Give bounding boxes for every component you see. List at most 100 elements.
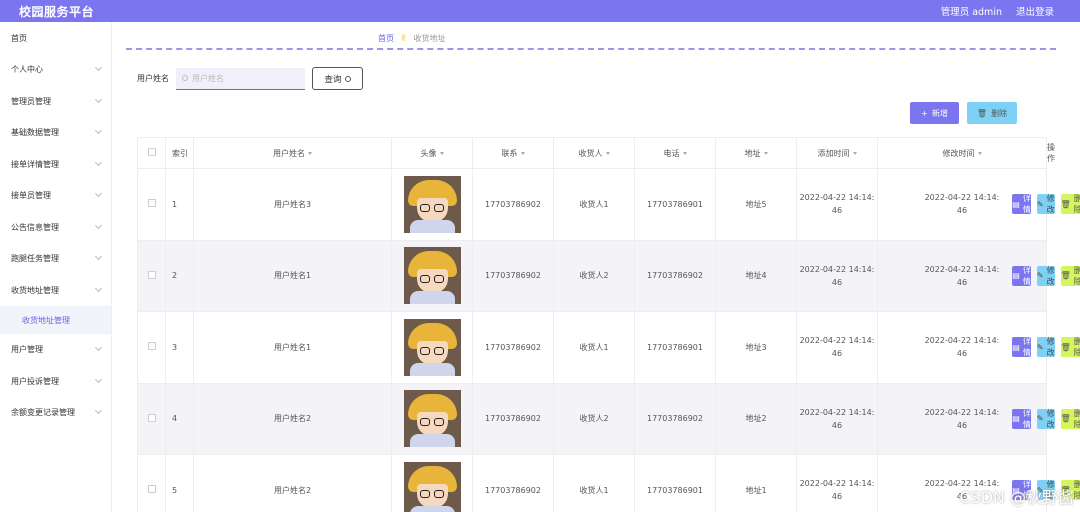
column-header-label: 收货人 [578,148,603,158]
sidebar-item-label: 收货地址管理 [22,315,70,325]
breadcrumb-home[interactable]: 首页 [378,33,394,44]
phone-cell: 17703786901 [634,454,716,512]
added-time-line1: 2022-04-22 14:14: [799,479,875,489]
receiver-cell: 收货人1 [553,454,635,512]
phone-cell: 17703786901 [634,168,716,241]
edit-button[interactable]: ✎ 修改 [1036,337,1055,358]
sidebar-item[interactable]: 管理员管理 [0,86,111,118]
row-checkbox[interactable] [147,413,156,422]
avatar-cell [391,454,473,512]
logout-link[interactable]: 退出登录 [1016,4,1054,18]
column-header[interactable]: 头像 [391,137,473,169]
trash-icon: 🗑 [1060,414,1071,424]
index-cell: 5 [165,454,194,512]
name-cell: 用户姓名1 [193,239,392,312]
added-time-line1: 2022-04-22 14:14: [799,407,875,417]
search-button[interactable]: 查询 [312,67,363,90]
sidebar-item[interactable]: 接单员管理 [0,180,111,212]
add-button[interactable]: + 新增 [910,102,959,124]
row-checkbox[interactable] [147,199,156,208]
phone-cell: 17703786901 [634,311,716,384]
detail-button[interactable]: ▤ 详情 [1012,265,1031,286]
trash-icon: 🗑 [1060,271,1071,281]
column-header[interactable]: 联系 [472,137,554,169]
sidebar-item[interactable]: 首页 [0,22,111,54]
delete-label: 删除 [1073,265,1080,286]
column-header[interactable]: 地址 [715,137,797,169]
sidebar-item-label: 接单详情管理 [11,159,59,169]
sidebar-item-label: 接单员管理 [11,191,51,201]
bulk-delete-button[interactable]: 🗑 删除 [967,102,1017,124]
detail-button[interactable]: ▤ 详情 [1012,337,1031,358]
delete-button[interactable]: 🗑 删除 [1060,408,1080,429]
sort-icon [852,151,857,155]
sidebar-item[interactable]: 余额变更记录管理 [0,397,111,429]
toolbar: + 新增 🗑 删除 [910,102,1017,124]
chevron-down-icon [94,221,103,229]
row-checkbox[interactable] [147,485,156,494]
sidebar-item-label: 首页 [11,33,27,43]
column-header[interactable]: 用户姓名 [193,137,392,169]
row-checkbox[interactable] [147,270,156,279]
row-select-cell [137,168,166,241]
sidebar-subitem[interactable]: 收货地址管理 [0,306,111,334]
sidebar-item[interactable]: 接单详情管理 [0,149,111,181]
index-cell: 2 [165,239,194,312]
added-time-line2: 46 [831,277,843,287]
column-header[interactable]: 电话 [634,137,716,169]
sidebar-item[interactable]: 公告信息管理 [0,212,111,244]
edit-button[interactable]: ✎ 修改 [1036,265,1055,286]
sidebar-item-label: 用户投诉管理 [11,376,59,386]
divider [126,48,1056,50]
column-header[interactable]: 修改时间 [877,137,1047,169]
sidebar-item-label: 跑腿任务管理 [11,254,59,264]
index-cell: 3 [165,311,194,384]
avatar [403,390,461,448]
column-header[interactable]: 添加时间 [796,137,878,169]
sidebar-item[interactable]: 用户管理 [0,334,111,366]
column-header-label: 修改时间 [942,148,975,158]
chevron-down-icon [94,284,103,292]
breadcrumb-separator-icon: ✌ [400,33,408,44]
trash-icon: 🗑 [976,108,988,118]
edit-button[interactable]: ✎ 修改 [1036,194,1055,215]
search-input[interactable]: 用户姓名 [176,67,305,90]
column-header[interactable]: 收货人 [553,137,635,169]
pencil-icon: ✎ [1036,414,1044,424]
sort-icon [308,151,312,155]
select-all-cell [137,137,166,169]
row-checkbox[interactable] [147,342,156,351]
sidebar-item[interactable]: 跑腿任务管理 [0,243,111,275]
index-cell: 1 [165,168,194,241]
add-button-label: 新增 [931,108,948,118]
address-table: 索引 用户姓名 头像 联系 收货人 电话 地址 添加时间 修改时间 操作 1 用户姓名3 1770… [137,137,1080,512]
avatar-cell [391,382,473,455]
delete-label: 删除 [1073,337,1080,358]
select-all-checkbox[interactable] [147,148,156,156]
sort-icon [520,151,525,155]
table-row: 3 用户姓名1 17703786902 收货人1 17703786901 地址3… [137,311,1080,384]
avatar [403,247,461,305]
detail-button[interactable]: ▤ 详情 [1012,194,1031,215]
sidebar-item[interactable]: 基础数据管理 [0,117,111,149]
breadcrumb: 首页 ✌ 收货地址 [378,33,446,44]
sidebar-item[interactable]: 收货地址管理 [0,275,111,307]
sort-icon [439,151,444,155]
sidebar-item[interactable]: 用户投诉管理 [0,366,111,398]
added-time-line2: 46 [831,206,843,216]
contact-cell: 17703786902 [472,239,554,312]
delete-button[interactable]: 🗑 删除 [1060,194,1080,215]
name-cell: 用户姓名3 [193,168,392,241]
avatar-cell [391,239,473,312]
edit-button[interactable]: ✎ 修改 [1036,408,1055,429]
bulk-delete-label: 删除 [991,108,1008,118]
delete-label: 删除 [1073,408,1080,429]
column-header-label: 索引 [172,148,188,158]
detail-button[interactable]: ▤ 详情 [1012,408,1031,429]
contact-cell: 17703786902 [472,382,554,455]
added-time-cell: 2022-04-22 14:14: 46 [796,311,878,384]
sidebar-item[interactable]: 个人中心 [0,54,111,86]
added-time-line1: 2022-04-22 14:14: [799,193,875,203]
delete-button[interactable]: 🗑 删除 [1060,265,1080,286]
delete-button[interactable]: 🗑 删除 [1060,337,1080,358]
